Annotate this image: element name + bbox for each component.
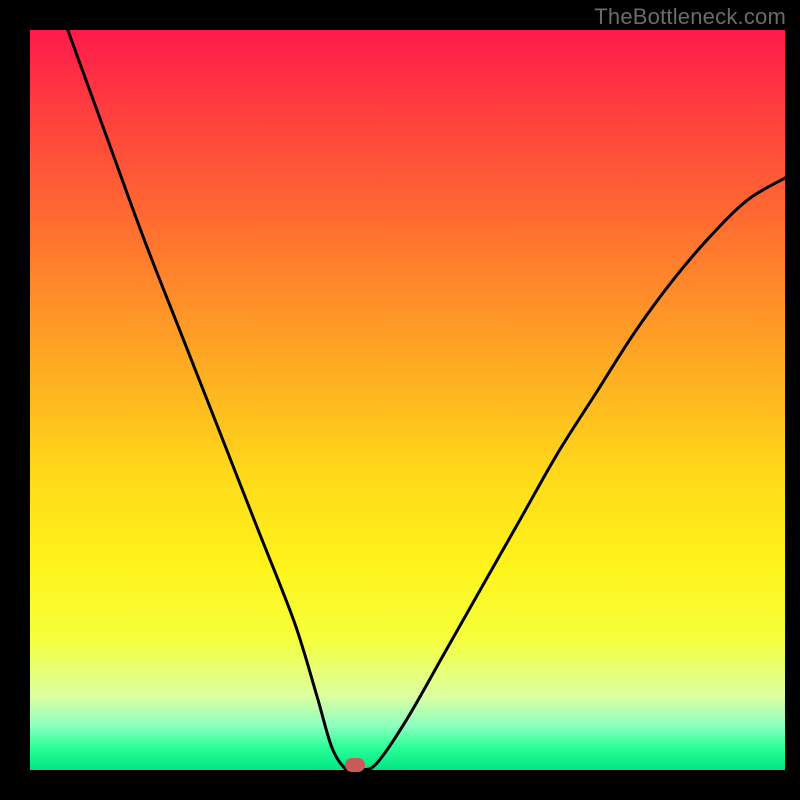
valley-marker: [345, 758, 365, 772]
plot-gradient-background: [30, 30, 785, 770]
chart-frame: TheBottleneck.com: [0, 0, 800, 800]
watermark-text: TheBottleneck.com: [594, 4, 786, 30]
